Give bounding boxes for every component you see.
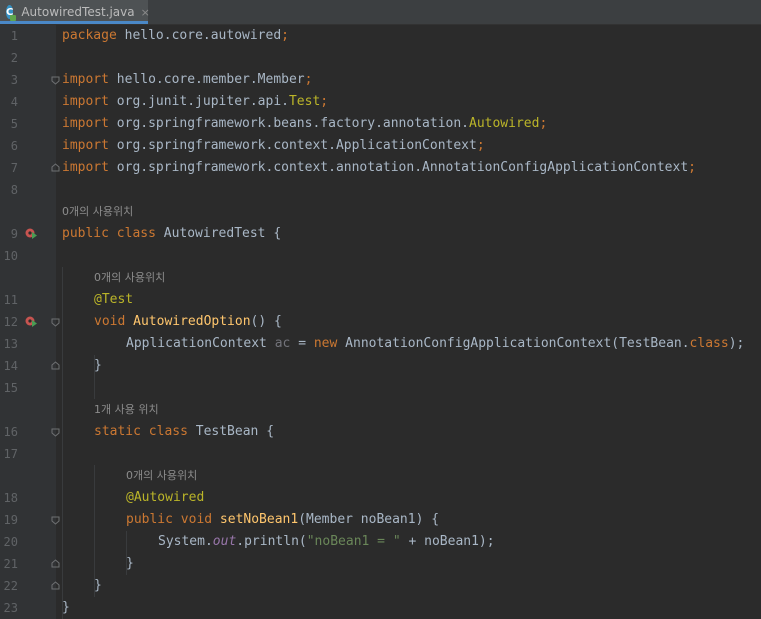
code-line-22: 22 } xyxy=(0,575,761,597)
fold-end-icon[interactable] xyxy=(51,559,60,568)
line-number: 23 xyxy=(3,601,18,615)
code-text: } xyxy=(94,358,102,373)
code-text: public class AutowiredTest { xyxy=(62,226,282,241)
code-line-19: 19 public void setNoBean1(Member noBean1… xyxy=(0,509,761,531)
usage-hint-row: 1개 사용 위치 xyxy=(0,399,761,421)
code-line-6: 6 import org.springframework.context.App… xyxy=(0,135,761,157)
run-test-icon[interactable] xyxy=(24,227,38,241)
fold-start-icon[interactable] xyxy=(51,318,60,327)
line-number: 9 xyxy=(10,227,18,241)
line-number: 6 xyxy=(10,139,18,153)
fold-start-icon[interactable] xyxy=(51,76,60,85)
code-line-16: 16 static class TestBean { xyxy=(0,421,761,443)
code-text: } xyxy=(126,556,134,571)
usage-hint[interactable]: 0개의 사용위치 xyxy=(62,201,133,223)
line-number: 21 xyxy=(3,557,18,571)
line-number: 18 xyxy=(3,491,18,505)
line-number: 3 xyxy=(10,73,18,87)
code-text: @Test xyxy=(94,292,134,307)
line-number: 4 xyxy=(10,95,18,109)
line-number: 16 xyxy=(3,425,18,439)
code-line-5: 5 import org.springframework.beans.facto… xyxy=(0,113,761,135)
code-line-17: 17 xyxy=(0,443,761,465)
code-line-9: 9 public class AutowiredTest { xyxy=(0,223,761,245)
code-text: System.out.println("noBean1 = " + noBean… xyxy=(158,534,495,549)
code-text: @Autowired xyxy=(126,490,205,505)
code-line-7: 7 import org.springframework.context.ann… xyxy=(0,157,761,179)
code-line-15: 15 xyxy=(0,377,761,399)
line-number: 14 xyxy=(3,359,18,373)
active-tab-indicator xyxy=(0,21,148,24)
usage-hint-row: 0개의 사용위치 xyxy=(0,201,761,223)
line-number: 22 xyxy=(3,579,18,593)
fold-start-icon[interactable] xyxy=(51,516,60,525)
line-number: 1 xyxy=(10,29,18,43)
code-text: import org.junit.jupiter.api.Test; xyxy=(62,94,329,109)
code-text: static class TestBean { xyxy=(94,424,275,439)
close-icon[interactable]: × xyxy=(141,6,150,19)
code-text: import org.springframework.context.Appli… xyxy=(62,138,485,153)
line-number: 10 xyxy=(3,249,18,263)
code-line-12: 12 void AutowiredOption() { xyxy=(0,311,761,333)
line-number: 19 xyxy=(3,513,18,527)
code-line-18: 18 @Autowired xyxy=(0,487,761,509)
code-line-10: 10 xyxy=(0,245,761,267)
line-number: 20 xyxy=(3,535,18,549)
code-line-1: 1 package hello.core.autowired; xyxy=(0,25,761,47)
java-class-icon: C xyxy=(6,5,17,21)
code-text: } xyxy=(62,600,70,615)
code-line-3: 3 import hello.core.member.Member; xyxy=(0,69,761,91)
code-text: import hello.core.member.Member; xyxy=(62,72,313,87)
editor-tab-bar: C AutowiredTest.java × xyxy=(0,0,761,25)
run-test-icon[interactable] xyxy=(24,315,38,329)
code-text: void AutowiredOption() { xyxy=(94,314,282,329)
fold-start-icon[interactable] xyxy=(51,428,60,437)
fold-end-icon[interactable] xyxy=(51,581,60,590)
code-line-14: 14 } xyxy=(0,355,761,377)
fold-end-icon[interactable] xyxy=(51,361,60,370)
tab-autowired-test[interactable]: C AutowiredTest.java × xyxy=(0,0,150,24)
line-number: 17 xyxy=(3,447,18,461)
code-text: } xyxy=(94,578,102,593)
code-line-11: 11 @Test xyxy=(0,289,761,311)
code-line-21: 21 } xyxy=(0,553,761,575)
fold-end-icon[interactable] xyxy=(51,163,60,172)
line-number: 13 xyxy=(3,337,18,351)
code-line-4: 4 import org.junit.jupiter.api.Test; xyxy=(0,91,761,113)
code-line-2: 2 xyxy=(0,47,761,69)
usage-hint[interactable]: 1개 사용 위치 xyxy=(94,399,159,421)
code-text: import org.springframework.beans.factory… xyxy=(62,116,548,131)
tab-file-name: AutowiredTest.java xyxy=(21,5,135,19)
code-text: package hello.core.autowired; xyxy=(62,28,289,43)
code-line-8: 8 xyxy=(0,179,761,201)
line-number: 2 xyxy=(10,51,18,65)
code-editor[interactable]: 1 package hello.core.autowired; 2 3 impo… xyxy=(0,25,761,619)
line-number: 11 xyxy=(3,293,18,307)
usage-hint[interactable]: 0개의 사용위치 xyxy=(126,465,197,487)
line-number: 15 xyxy=(3,381,18,395)
code-line-23: 23 } xyxy=(0,597,761,619)
line-number: 5 xyxy=(10,117,18,131)
usage-hint[interactable]: 0개의 사용위치 xyxy=(94,267,165,289)
line-number: 12 xyxy=(3,315,18,329)
code-text: import org.springframework.context.annot… xyxy=(62,160,696,175)
code-line-20: 20 System.out.println("noBean1 = " + noB… xyxy=(0,531,761,553)
code-text: public void setNoBean1(Member noBean1) { xyxy=(126,512,440,527)
line-number: 7 xyxy=(10,161,18,175)
usage-hint-row: 0개의 사용위치 xyxy=(0,465,761,487)
line-number: 8 xyxy=(10,183,18,197)
usage-hint-row: 0개의 사용위치 xyxy=(0,267,761,289)
code-line-13: 13 ApplicationContext ac = new Annotatio… xyxy=(0,333,761,355)
code-text: ApplicationContext ac = new AnnotationCo… xyxy=(126,336,745,351)
